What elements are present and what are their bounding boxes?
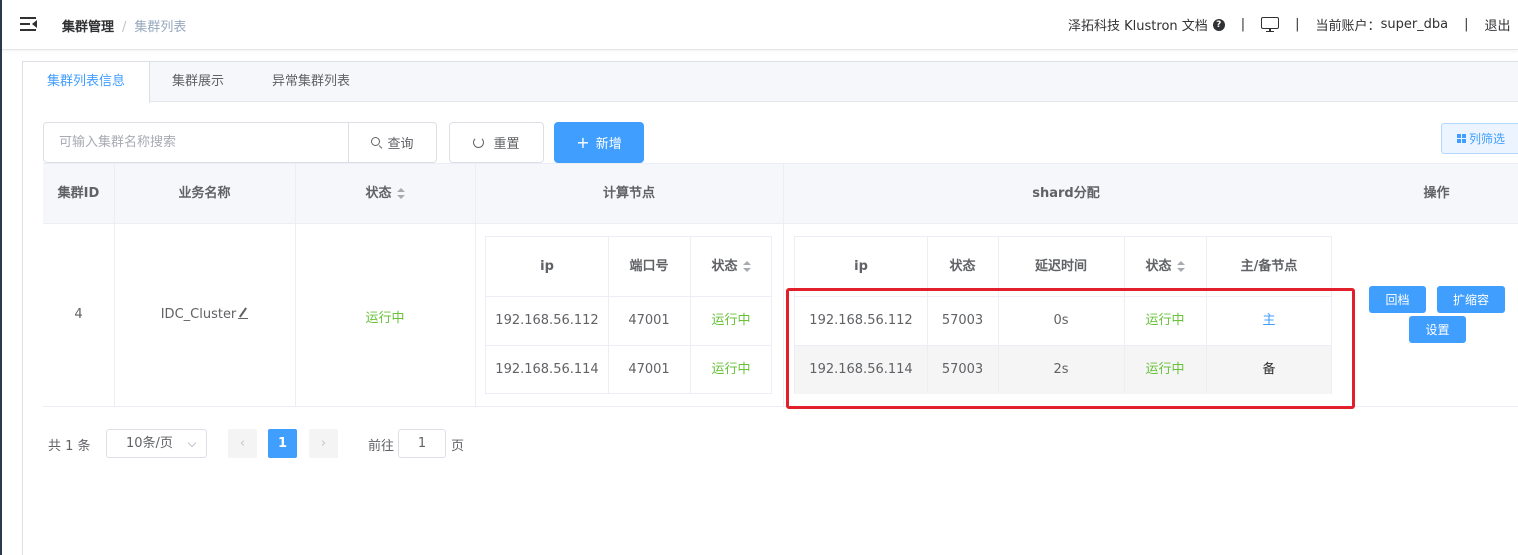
header-shard: shard分配 (1032, 186, 1100, 201)
table-header: 集群ID 业务名称 状态 计算节点 shard分配 操作 (43, 164, 1518, 224)
query-button-label: 查询 (387, 137, 414, 152)
header-cluster-id: 集群ID (57, 186, 100, 201)
breadcrumb: 集群管理 / 集群列表 (62, 16, 186, 35)
table-row: 192.168.56.112 47001 运行中 (486, 297, 771, 345)
goto-page-input[interactable] (398, 429, 446, 458)
monitor-icon[interactable] (1261, 16, 1280, 33)
page-size-select[interactable]: 10条/页 (106, 429, 207, 458)
shard-latency: 0s (1053, 313, 1069, 328)
cluster-search-input[interactable] (43, 122, 349, 163)
header-status[interactable]: 状态 (295, 164, 475, 224)
shard-ip: 192.168.56.112 (809, 313, 913, 328)
shard-header-port: 状态 (949, 259, 976, 274)
header-separator: | (1240, 17, 1246, 32)
breadcrumb-separator: / (122, 20, 127, 35)
page-size-value: 10条/页 (126, 436, 173, 451)
goto-label: 前往 (368, 439, 395, 454)
cell-status: 运行中 (365, 311, 405, 326)
tab-abnormal-clusters[interactable]: 异常集群列表 (261, 62, 361, 102)
compute-nodes-table: ip 端口号 状态 192.168.56.112 47001 运行中 192.1… (485, 236, 772, 394)
chevron-right-icon: › (320, 436, 327, 451)
help-icon[interactable]: ? (1212, 18, 1225, 31)
table-row: 192.168.56.114 57003 2s 运行中 备 (795, 346, 1331, 394)
shard-ip: 192.168.56.114 (809, 362, 913, 377)
plus-icon: + (576, 132, 590, 152)
sort-icon[interactable] (742, 261, 751, 272)
compute-ip: 192.168.56.114 (495, 362, 599, 377)
breadcrumb-cluster-management[interactable]: 集群管理 (62, 20, 114, 35)
shard-role-primary: 主 (1262, 313, 1276, 328)
tabs-bar: 集群列表信息 集群展示 异常集群列表 (23, 62, 1518, 103)
sort-icon[interactable] (1176, 261, 1185, 272)
shard-header-role: 主/备节点 (1240, 259, 1298, 274)
table-row: 192.168.56.114 47001 运行中 (486, 346, 771, 394)
reset-button[interactable]: 重置 (449, 122, 544, 163)
header-compute-nodes: 计算节点 (602, 186, 655, 201)
chevron-down-icon (187, 438, 197, 448)
table-row: 192.168.56.112 57003 0s 运行中 主 (795, 297, 1331, 345)
shard-port: 57003 (941, 362, 984, 377)
rollback-button[interactable]: 回档 (1369, 286, 1426, 313)
compute-ip: 192.168.56.112 (495, 313, 599, 328)
shard-header-status[interactable]: 状态 (1124, 237, 1206, 297)
compute-status: 运行中 (711, 313, 751, 328)
compute-header-port: 端口号 (629, 259, 669, 274)
chevron-left-icon: ‹ (239, 436, 246, 451)
compute-header-status[interactable]: 状态 (690, 237, 772, 297)
compute-port: 47001 (628, 362, 670, 377)
shard-port: 57003 (941, 313, 984, 328)
edit-icon[interactable] (238, 307, 249, 319)
column-filter-label: 列筛选 (1468, 132, 1505, 146)
goto-suffix: 页 (451, 439, 465, 454)
next-page-button[interactable]: › (309, 429, 338, 458)
search-icon (371, 137, 383, 149)
page-number-button[interactable]: 1 (268, 429, 297, 458)
logout-link[interactable]: 退出 (1485, 15, 1511, 34)
add-cluster-button[interactable]: + 新增 (554, 122, 644, 163)
shard-status: 运行中 (1145, 313, 1185, 328)
shard-latency: 2s (1053, 362, 1069, 377)
refresh-icon (473, 137, 485, 148)
query-button[interactable]: 查询 (348, 122, 437, 163)
sort-icon[interactable] (396, 188, 405, 199)
shard-status: 运行中 (1145, 362, 1185, 377)
header-separator: | (1295, 17, 1300, 32)
column-filter-button[interactable]: 列筛选 (1441, 123, 1518, 154)
header-right: 泽拓科技 Klustron 文档 ? | | 当前账户： super_dba | … (1068, 15, 1511, 34)
top-header: 集群管理 / 集群列表 泽拓科技 Klustron 文档 ? | | 当前账户： su… (2, 0, 1518, 50)
header-operations: 操作 (1423, 186, 1450, 201)
add-button-label: 新增 (595, 137, 622, 152)
cell-cluster-id: 4 (74, 307, 83, 322)
compute-nodes-header: ip 端口号 状态 (486, 237, 771, 297)
cell-business-name: IDC_Cluster (114, 307, 295, 322)
header-business-name: 业务名称 (178, 186, 231, 201)
shard-table: ip 状态 延迟时间 状态 主/备节点 192.168.56.112 57003… (794, 236, 1332, 394)
reset-button-label: 重置 (493, 137, 520, 152)
prev-page-button[interactable]: ‹ (228, 429, 257, 458)
shard-header-latency: 延迟时间 (1034, 259, 1087, 274)
business-name-text: IDC_Cluster (160, 307, 237, 322)
pagination-total: 共 1 条 (48, 439, 91, 454)
account-name: super_dba (1380, 17, 1449, 32)
settings-button[interactable]: 设置 (1409, 316, 1466, 343)
compute-port: 47001 (628, 313, 670, 328)
shard-header: ip 状态 延迟时间 状态 主/备节点 (795, 237, 1331, 297)
compute-header-ip: ip (540, 259, 554, 274)
header-separator: | (1464, 17, 1469, 32)
scale-button[interactable]: 扩缩容 (1437, 286, 1505, 313)
shard-role-standby: 备 (1262, 362, 1276, 377)
shard-header-ip: ip (854, 259, 868, 274)
left-edge (0, 0, 2, 555)
doc-link[interactable]: 泽拓科技 Klustron 文档 (1068, 15, 1208, 34)
compute-status: 运行中 (711, 362, 751, 377)
breadcrumb-cluster-list: 集群列表 (134, 20, 187, 35)
account-label: 当前账户： (1315, 19, 1381, 34)
menu-toggle-icon[interactable] (20, 17, 37, 31)
grid-icon (1456, 134, 1466, 143)
tab-cluster-display[interactable]: 集群展示 (158, 62, 238, 102)
tab-cluster-list-info[interactable]: 集群列表信息 (23, 62, 150, 103)
